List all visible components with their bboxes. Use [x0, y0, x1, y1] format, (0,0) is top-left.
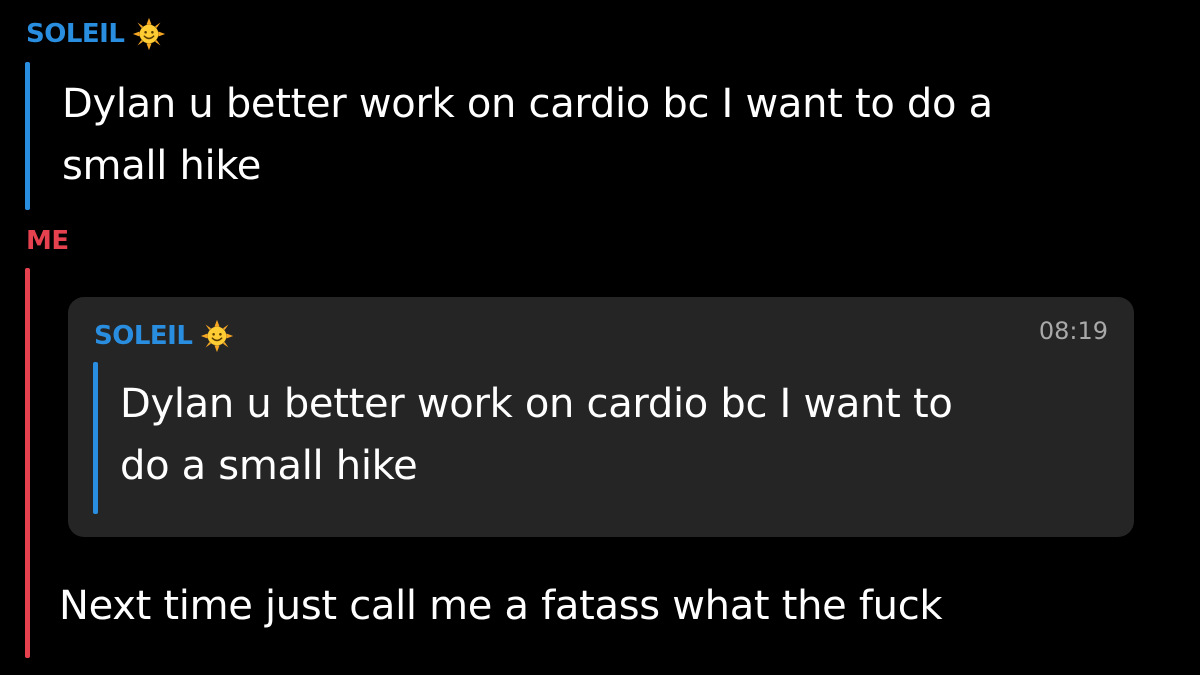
message-line: Dylan u better work on cardio bc I want …	[120, 381, 953, 427]
message-line: do a small hike	[120, 443, 418, 489]
quoted-message-text: Dylan u better work on cardio bc I want …	[120, 373, 953, 497]
quoted-accent-bar	[93, 362, 98, 514]
sender-name-soleil: SOLEIL	[26, 17, 166, 51]
message-accent-bar-me	[25, 268, 30, 658]
message-accent-bar-soleil	[25, 62, 30, 210]
sender-label: ME	[26, 226, 69, 256]
message-text[interactable]: Dylan u better work on cardio bc I want …	[62, 73, 993, 197]
message-line: Dylan u better work on cardio bc I want …	[62, 81, 993, 127]
sun-face-icon	[133, 17, 166, 51]
sender-label: SOLEIL	[94, 321, 193, 351]
quoted-message-card[interactable]: SOLEIL 08:19 Dylan u better work on card…	[68, 297, 1134, 537]
sun-face-icon	[201, 319, 234, 353]
message-line: small hike	[62, 143, 262, 189]
quoted-sender-name: SOLEIL	[94, 319, 234, 353]
sender-label: SOLEIL	[26, 19, 125, 49]
quoted-timestamp: 08:19	[1038, 317, 1108, 345]
sender-name-me: ME	[26, 226, 69, 256]
reply-message-text[interactable]: Next time just call me a fatass what the…	[59, 575, 943, 637]
